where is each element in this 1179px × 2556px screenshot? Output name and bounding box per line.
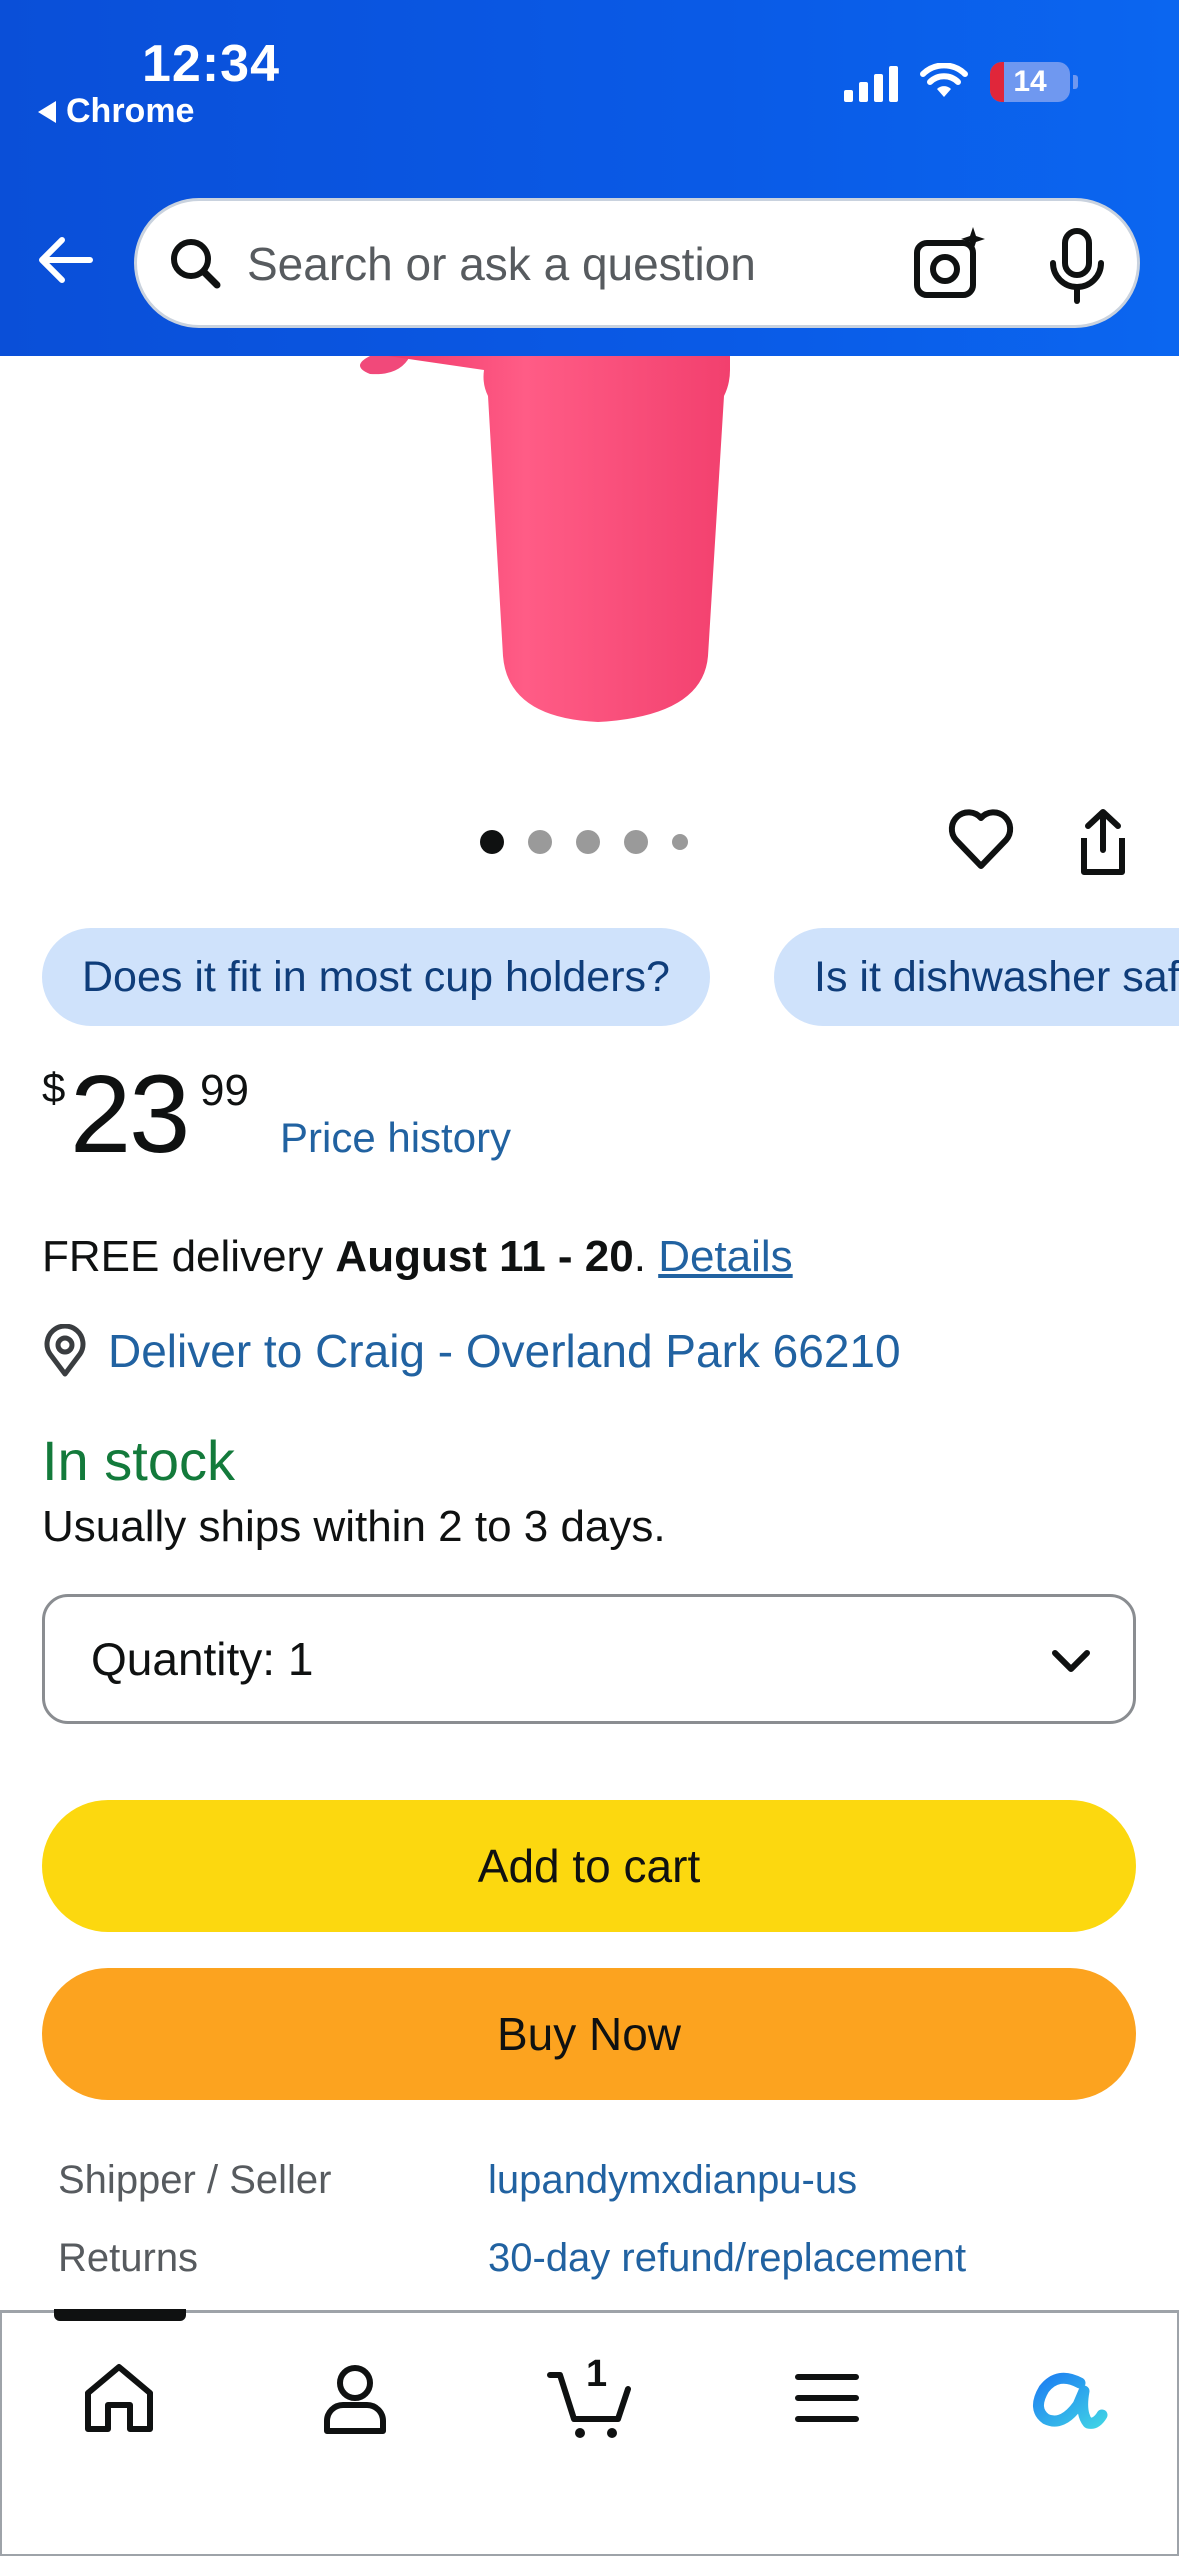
question-chip[interactable]: Is it dishwasher safe? (774, 928, 1179, 1026)
price-currency: $ (42, 1064, 66, 1111)
cart-count: 1 (586, 2353, 608, 2395)
pagination-dot[interactable] (480, 830, 504, 854)
location-pin-icon (44, 1324, 86, 1377)
shipper-seller-label: Shipper / Seller (58, 2158, 332, 2202)
back-app-label: Chrome (66, 92, 195, 130)
cart-button[interactable]: 1 (546, 2353, 636, 2443)
price-history-link[interactable]: Price history (280, 1114, 511, 1162)
deliver-to-link[interactable]: Deliver to Craig - Overland Park 66210 (42, 1324, 901, 1378)
quantity-select[interactable]: Quantity: 1 (42, 1594, 1136, 1724)
pagination-dot[interactable] (624, 830, 648, 854)
camera-search-icon[interactable] (907, 223, 991, 307)
menu-icon[interactable] (782, 2353, 872, 2443)
pagination-dot[interactable] (528, 830, 552, 854)
delivery-suffix: . (633, 1232, 659, 1281)
back-arrow-icon[interactable] (34, 228, 98, 292)
price-whole: 23 (70, 1053, 190, 1176)
heart-icon[interactable] (946, 806, 1016, 872)
battery-level: 14 (1013, 65, 1047, 98)
wifi-icon (920, 63, 968, 97)
deliver-to-label: Deliver to Craig - Overland Park 66210 (108, 1325, 901, 1377)
search-input[interactable] (247, 231, 927, 297)
stock-status: In stock (42, 1429, 235, 1492)
delivery-details-link[interactable]: Details (658, 1232, 793, 1281)
account-icon[interactable] (310, 2353, 400, 2443)
battery-icon: 14 (990, 62, 1078, 102)
chevron-down-icon (1052, 1650, 1090, 1672)
question-chips: Does it fit in most cup holders? Is it d… (42, 928, 1179, 1028)
product-image[interactable] (300, 356, 860, 736)
returns-link[interactable]: 30-day refund/replacement (488, 2236, 966, 2281)
delivery-info: FREE delivery August 11 - 20. Details (42, 1232, 793, 1282)
price-fraction: 99 (200, 1066, 249, 1115)
active-tab-indicator (54, 2309, 186, 2321)
cellular-signal-icon (844, 62, 898, 102)
question-chip[interactable]: Does it fit in most cup holders? (42, 928, 710, 1026)
share-icon[interactable] (1070, 806, 1136, 878)
status-icons: 14 (844, 62, 1078, 102)
add-to-cart-button[interactable]: Add to cart (42, 1800, 1136, 1932)
returns-label: Returns (58, 2236, 199, 2280)
bottom-navigation: 1 (0, 2309, 1179, 2556)
status-time: 12:34 (142, 35, 280, 93)
top-header: 12:34 Chrome 14 (0, 0, 1179, 356)
home-icon[interactable] (74, 2353, 164, 2443)
buy-now-button[interactable]: Buy Now (42, 1968, 1136, 2100)
seller-link[interactable]: lupandymxdianpu-us (488, 2158, 857, 2203)
microphone-icon[interactable] (1037, 223, 1117, 307)
back-triangle-icon (38, 100, 56, 123)
search-bar[interactable] (134, 198, 1140, 328)
delivery-dates: August 11 - 20 (335, 1232, 634, 1281)
delivery-prefix: FREE delivery (42, 1232, 336, 1281)
quantity-value: 1 (287, 1633, 314, 1685)
back-to-app-link[interactable]: Chrome (38, 92, 194, 131)
search-icon (171, 239, 221, 289)
rufus-icon[interactable] (1018, 2353, 1108, 2443)
pagination-dot[interactable] (576, 830, 600, 854)
quantity-label: Quantity: (91, 1633, 276, 1685)
shipping-estimate: Usually ships within 2 to 3 days. (42, 1502, 666, 1551)
pagination-dot[interactable] (672, 834, 688, 850)
image-pagination[interactable] (480, 830, 688, 854)
